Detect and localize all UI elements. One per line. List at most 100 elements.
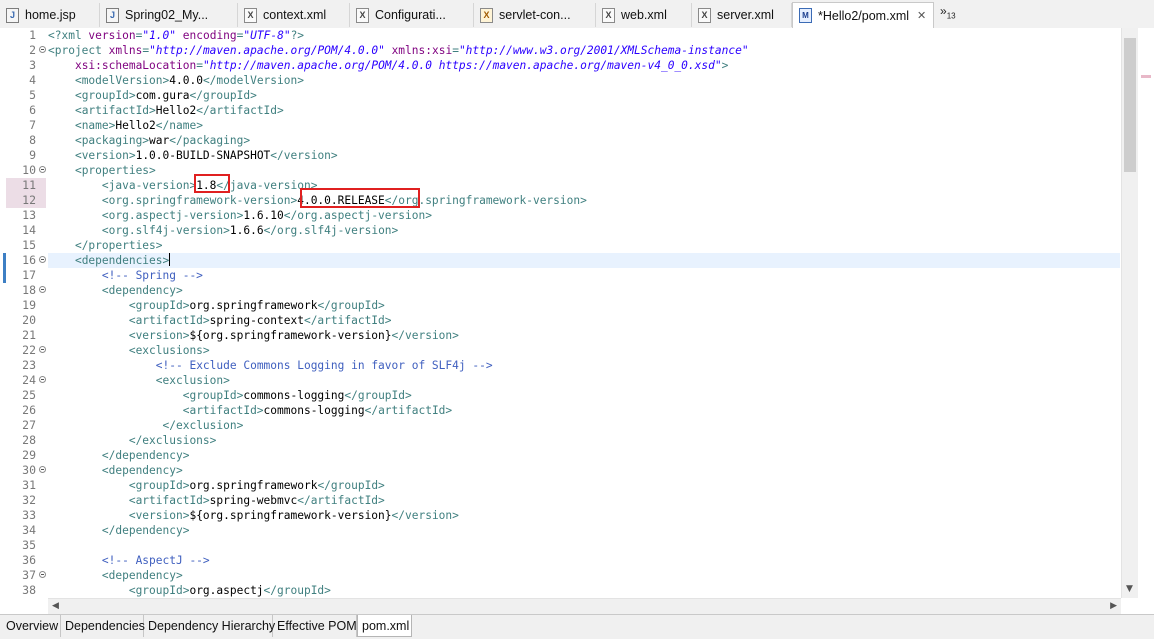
code-line[interactable]: </dependency> — [48, 523, 1120, 538]
code-token: </packaging> — [169, 134, 251, 147]
tab-spring02-my[interactable]: Spring02_My... — [100, 3, 238, 27]
line-number: 5 — [6, 88, 46, 103]
fold-collapse-icon[interactable] — [39, 286, 46, 293]
code-line[interactable]: <groupId>org.aspectj</groupId> — [48, 583, 1120, 598]
close-icon[interactable]: ✕ — [917, 9, 926, 22]
code-line[interactable]: <org.springframework-version>4.0.0.RELEA… — [48, 193, 1120, 208]
tab-server-xml[interactable]: server.xml — [692, 3, 792, 27]
tab-hello2-pom-xml[interactable]: *Hello2/pom.xml ✕ — [792, 2, 934, 28]
tab-context-xml[interactable]: context.xml — [238, 3, 350, 27]
code-line[interactable]: <dependencies> — [48, 253, 1120, 268]
line-number: 24 — [6, 373, 46, 388]
code-line[interactable]: <exclusion> — [48, 373, 1120, 388]
fold-collapse-icon[interactable] — [39, 166, 46, 173]
scrollbar-thumb[interactable] — [1124, 38, 1136, 172]
scroll-left-icon[interactable]: ◀ — [52, 601, 59, 611]
fold-collapse-icon[interactable] — [39, 376, 46, 383]
tab-effective-pom[interactable]: Effective POM — [273, 615, 357, 637]
code-line[interactable]: <version>${org.springframework-version}<… — [48, 328, 1120, 343]
code-line[interactable]: </exclusions> — [48, 433, 1120, 448]
code-token: <artifactId> — [128, 314, 210, 327]
code-line[interactable]: <org.slf4j-version>1.6.6</org.slf4j-vers… — [48, 223, 1120, 238]
vertical-scrollbar[interactable]: ▼ — [1121, 28, 1138, 598]
line-number: 12 — [6, 193, 46, 208]
tab-overflow-button[interactable]: »13 — [940, 4, 956, 20]
tab-servlet-con[interactable]: servlet-con... — [474, 3, 596, 27]
tab-configurati[interactable]: Configurati... — [350, 3, 474, 27]
code-line[interactable]: <?xml version="1.0" encoding="UTF-8"?> — [48, 28, 1120, 43]
code-line[interactable]: <artifactId>spring-webmvc</artifactId> — [48, 493, 1120, 508]
code-line[interactable]: <groupId>commons-logging</groupId> — [48, 388, 1120, 403]
code-line[interactable]: <groupId>com.gura</groupId> — [48, 88, 1120, 103]
line-number-text: 5 — [29, 88, 36, 102]
scroll-right-icon[interactable]: ▶ — [1110, 601, 1117, 611]
line-number-text: 1 — [29, 28, 36, 42]
fold-collapse-icon[interactable] — [39, 346, 46, 353]
code-token: commons-logging — [243, 389, 345, 402]
code-line[interactable]: <!-- Exclude Commons Logging in favor of… — [48, 358, 1120, 373]
code-line[interactable]: <dependency> — [48, 568, 1120, 583]
code-line[interactable]: <artifactId>commons-logging</artifactId> — [48, 403, 1120, 418]
code-line[interactable]: <!-- AspectJ --> — [48, 553, 1120, 568]
fold-collapse-icon[interactable] — [39, 466, 46, 473]
tab-dependencies[interactable]: Dependencies — [61, 615, 145, 637]
code-token: </artifactId> — [196, 104, 284, 117]
tab-pom-xml[interactable]: pom.xml — [357, 615, 412, 637]
code-line[interactable]: <java-version>1.8</java-version> — [48, 178, 1120, 193]
code-line[interactable]: <packaging>war</packaging> — [48, 133, 1120, 148]
code-line[interactable]: <dependency> — [48, 283, 1120, 298]
code-token: "http://maven.apache.org/POM/4.0.0" — [149, 44, 385, 57]
line-number: 22 — [6, 343, 46, 358]
code-line[interactable]: <artifactId>spring-context</artifactId> — [48, 313, 1120, 328]
tab-home-jsp[interactable]: home.jsp — [0, 3, 100, 27]
code-token: > — [721, 59, 729, 72]
code-line[interactable]: <groupId>org.springframework</groupId> — [48, 478, 1120, 493]
editor-tab-bar: home.jsp Spring02_My... context.xml Conf… — [0, 0, 1154, 29]
code-token: <version> — [74, 149, 136, 162]
code-line[interactable] — [48, 538, 1120, 553]
code-line[interactable]: <org.aspectj-version>1.6.10</org.aspectj… — [48, 208, 1120, 223]
line-number-text: 15 — [22, 238, 36, 252]
horizontal-scrollbar[interactable]: ◀ ▶ — [48, 598, 1121, 615]
xml-source-editor[interactable]: 1 2 3 4 5 6 7 8 9 10 11 12 13 14 15 16 17 18 19 20 21 22 23 24 2… — [0, 28, 1154, 615]
code-line[interactable]: </properties> — [48, 238, 1120, 253]
code-line[interactable]: <artifactId>Hello2</artifactId> — [48, 103, 1120, 118]
fold-collapse-icon[interactable] — [39, 571, 46, 578]
code-token: "UTF-8" — [243, 29, 291, 42]
tab-overview[interactable]: Overview — [2, 615, 61, 637]
line-number-text: 19 — [22, 298, 36, 312]
fold-collapse-icon[interactable] — [39, 256, 46, 263]
code-token: <java-version> — [101, 179, 197, 192]
fold-collapse-icon[interactable] — [39, 46, 46, 53]
line-number-text: 22 — [22, 343, 36, 357]
code-line[interactable]: <dependency> — [48, 463, 1120, 478]
code-line[interactable]: xsi:schemaLocation="http://maven.apache.… — [48, 58, 1120, 73]
line-number-text: 14 — [22, 223, 36, 237]
tab-web-xml[interactable]: web.xml — [596, 3, 692, 27]
code-line[interactable]: <modelVersion>4.0.0</modelVersion> — [48, 73, 1120, 88]
code-line[interactable]: <project xmlns = "http://maven.apache.org/… — [48, 43, 1120, 58]
code-area[interactable]: <?xml version="1.0" encoding="UTF-8"?> <p… — [48, 28, 1120, 598]
tab-dependency-hierarchy[interactable]: Dependency Hierarchy — [144, 615, 275, 637]
overview-change-marker[interactable] — [1141, 75, 1151, 78]
code-line[interactable]: <name>Hello2</name> — [48, 118, 1120, 133]
line-number-text: 11 — [22, 178, 36, 192]
code-line[interactable]: <properties> — [48, 163, 1120, 178]
code-line[interactable]: <exclusions> — [48, 343, 1120, 358]
code-line[interactable]: </exclusion> — [48, 418, 1120, 433]
line-number: 25 — [6, 388, 46, 403]
code-line[interactable]: </dependency> — [48, 448, 1120, 463]
scroll-down-icon[interactable]: ▼ — [1126, 584, 1133, 594]
code-line[interactable]: <groupId>org.springframework</groupId> — [48, 298, 1120, 313]
code-line[interactable]: <version>1.0.0-BUILD-SNAPSHOT</version> — [48, 148, 1120, 163]
code-line[interactable]: <version>${org.springframework-version}<… — [48, 508, 1120, 523]
code-line[interactable]: <!-- Spring --> — [48, 268, 1120, 283]
